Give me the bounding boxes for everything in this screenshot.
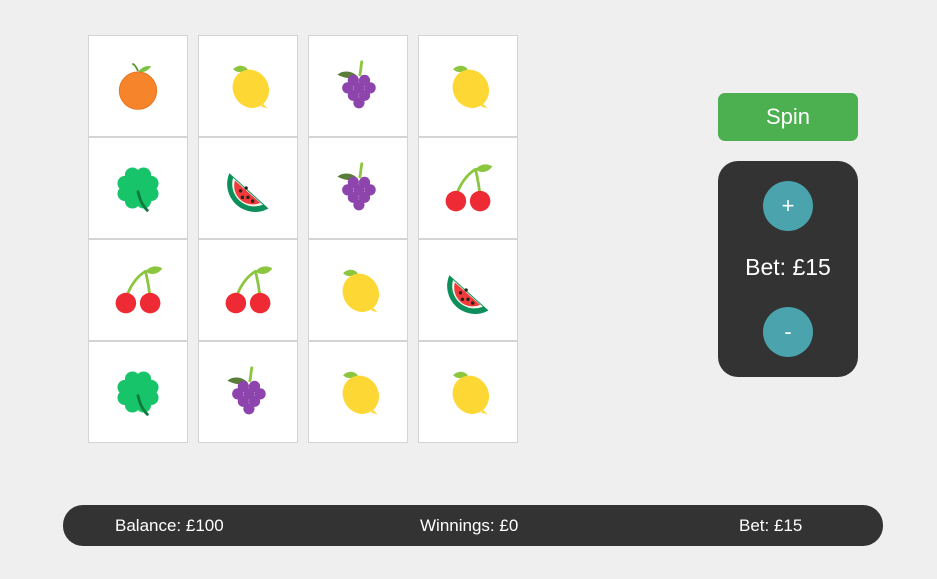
decrease-bet-button[interactable]: - [763, 307, 813, 357]
cherry-icon [220, 262, 276, 318]
winnings-display: Winnings: £0 [420, 516, 519, 535]
grapes-icon [330, 58, 386, 114]
reel-cell [308, 341, 408, 443]
grapes-icon [220, 364, 276, 420]
slot-reels [88, 35, 518, 443]
grapes-icon [330, 160, 386, 216]
reel-cell [198, 341, 298, 443]
status-bar: Balance: £100 Winnings: £0 Bet: £15 [63, 505, 883, 546]
reel-cell [418, 35, 518, 137]
reel-cell [418, 341, 518, 443]
lemon-icon [330, 364, 386, 420]
reel-cell [88, 239, 188, 341]
reel-cell [198, 239, 298, 341]
watermelon-icon [440, 262, 496, 318]
balance-display: Balance: £100 [115, 516, 224, 535]
bet-status-display: Bet: £15 [739, 516, 803, 535]
increase-bet-button[interactable]: + [763, 181, 813, 231]
reel-cell [88, 137, 188, 239]
reel-cell [88, 35, 188, 137]
reel-cell [308, 239, 408, 341]
bet-display: Bet: £15 [745, 254, 831, 280]
lemon-icon [220, 58, 276, 114]
reel-cell [418, 239, 518, 341]
reel-cell [88, 341, 188, 443]
reel-cell [418, 137, 518, 239]
cherry-icon [110, 262, 166, 318]
reel-cell [308, 35, 408, 137]
cherry-icon [440, 160, 496, 216]
bet-panel: + Bet: £15 - [718, 161, 858, 377]
lemon-icon [330, 262, 386, 318]
clover-icon [110, 160, 166, 216]
watermelon-icon [220, 160, 276, 216]
reel-cell [308, 137, 408, 239]
reel-cell [198, 137, 298, 239]
spin-button[interactable]: Spin [718, 93, 858, 141]
clover-icon [110, 364, 166, 420]
orange-icon [110, 58, 166, 114]
lemon-icon [440, 58, 496, 114]
reel-cell [198, 35, 298, 137]
lemon-icon [440, 364, 496, 420]
